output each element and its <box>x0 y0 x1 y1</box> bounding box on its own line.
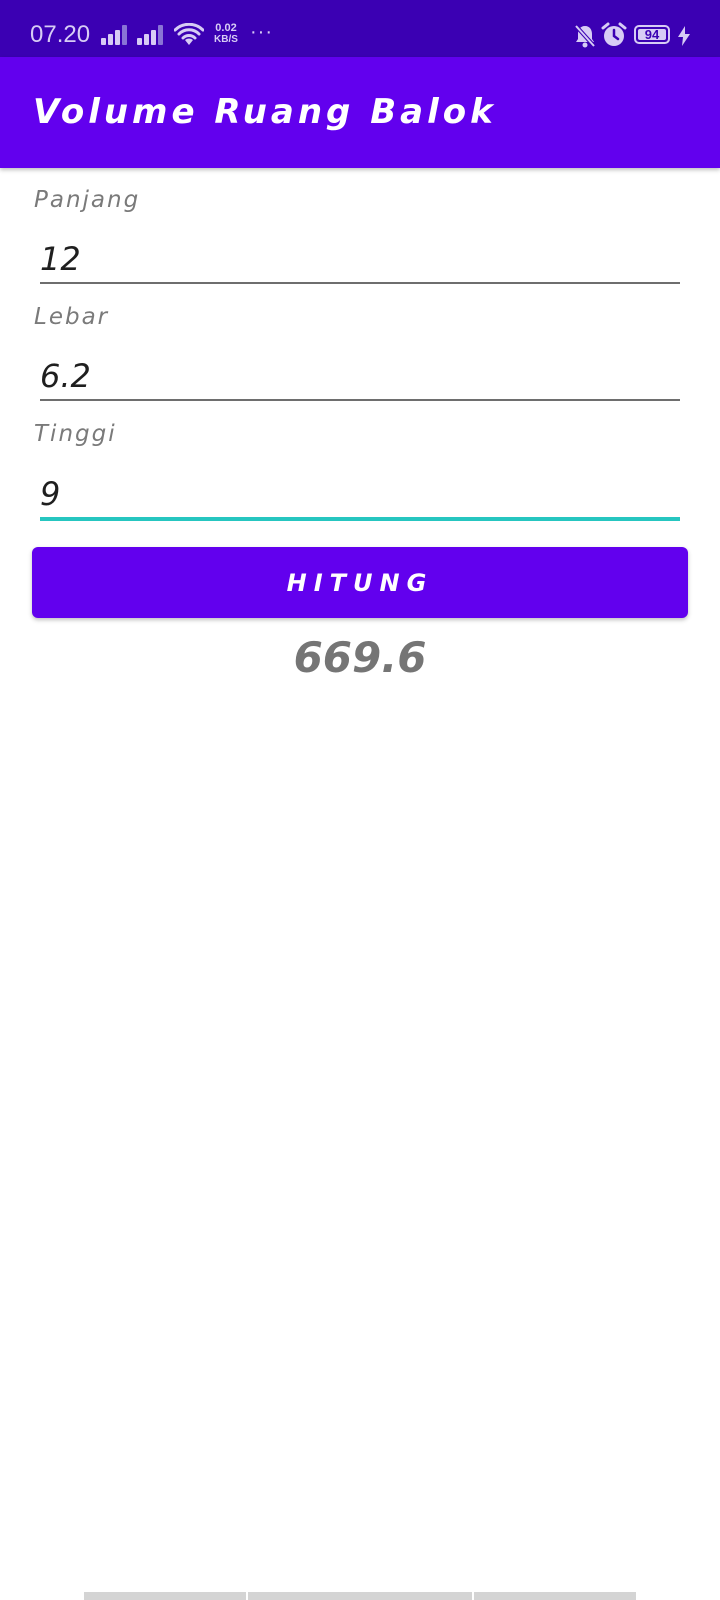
signal-icon <box>137 25 163 45</box>
tinggi-label: Tinggi <box>34 421 117 447</box>
net-speed-unit: KB/S <box>214 34 238 45</box>
lebar-label: Lebar <box>34 304 110 330</box>
panjang-input[interactable] <box>40 236 680 284</box>
net-speed-value: 0.02 <box>215 22 237 34</box>
wifi-icon <box>174 23 204 45</box>
signal-icon <box>101 25 127 45</box>
status-time: 07.20 <box>30 21 91 48</box>
gesture-bar-right[interactable] <box>474 1592 636 1600</box>
more-notifications-dots: ··· <box>250 21 273 43</box>
mute-notification-icon <box>574 24 596 48</box>
app-screen: 07.20 0.02 KB/S ··· 94 Volume Ruang Balo… <box>0 0 720 1600</box>
result-text: 669.6 <box>293 633 427 682</box>
status-bar: 07.20 0.02 KB/S ··· 94 <box>0 0 720 57</box>
alarm-icon <box>601 22 627 46</box>
gesture-bar-left[interactable] <box>84 1592 246 1600</box>
app-bar: Volume Ruang Balok <box>0 57 720 168</box>
tinggi-input[interactable] <box>40 470 680 521</box>
net-speed: 0.02 KB/S <box>211 22 241 46</box>
battery-icon: 94 <box>634 25 670 44</box>
gesture-bar-center[interactable] <box>248 1592 472 1600</box>
battery-level: 94 <box>644 27 660 42</box>
panjang-label: Panjang <box>34 187 141 213</box>
charging-icon <box>678 26 690 46</box>
hitung-button[interactable]: HITUNG <box>32 547 688 618</box>
lebar-input[interactable] <box>40 353 680 401</box>
app-title: Volume Ruang Balok <box>33 92 497 132</box>
